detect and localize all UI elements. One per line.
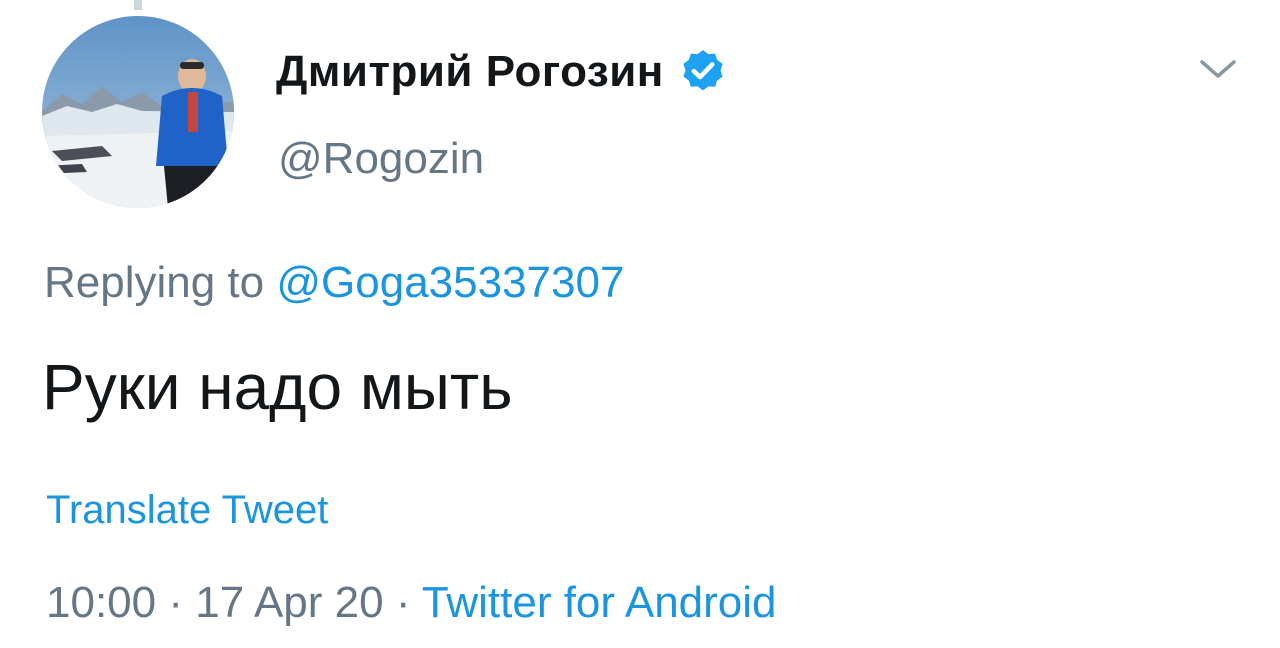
author-name-row[interactable]: Дмитрий Рогозин bbox=[276, 44, 728, 100]
thread-connector-line bbox=[134, 0, 142, 10]
author-handle[interactable]: @Rogozin bbox=[278, 134, 484, 184]
translate-tweet-link[interactable]: Translate Tweet bbox=[46, 488, 328, 533]
tweet-text: Руки надо мыть bbox=[42, 351, 513, 423]
tweet-source-link[interactable]: Twitter for Android bbox=[422, 578, 777, 627]
meta-separator: · bbox=[383, 578, 422, 627]
tweet-time[interactable]: 10:00 bbox=[46, 578, 156, 627]
reply-context: Replying to @Goga35337307 bbox=[44, 258, 624, 308]
meta-separator: · bbox=[156, 578, 196, 627]
reply-mention-link[interactable]: @Goga35337307 bbox=[276, 258, 624, 307]
chevron-down-icon[interactable] bbox=[1196, 54, 1240, 84]
author-display-name[interactable]: Дмитрий Рогозин bbox=[276, 47, 664, 97]
reply-prefix: Replying to bbox=[44, 258, 277, 307]
avatar[interactable] bbox=[42, 16, 234, 208]
tweet-date[interactable]: 17 Apr 20 bbox=[195, 578, 383, 627]
tweet-meta: 10:00 · 17 Apr 20 · Twitter for Android bbox=[46, 578, 777, 628]
verified-badge-icon bbox=[678, 47, 728, 97]
